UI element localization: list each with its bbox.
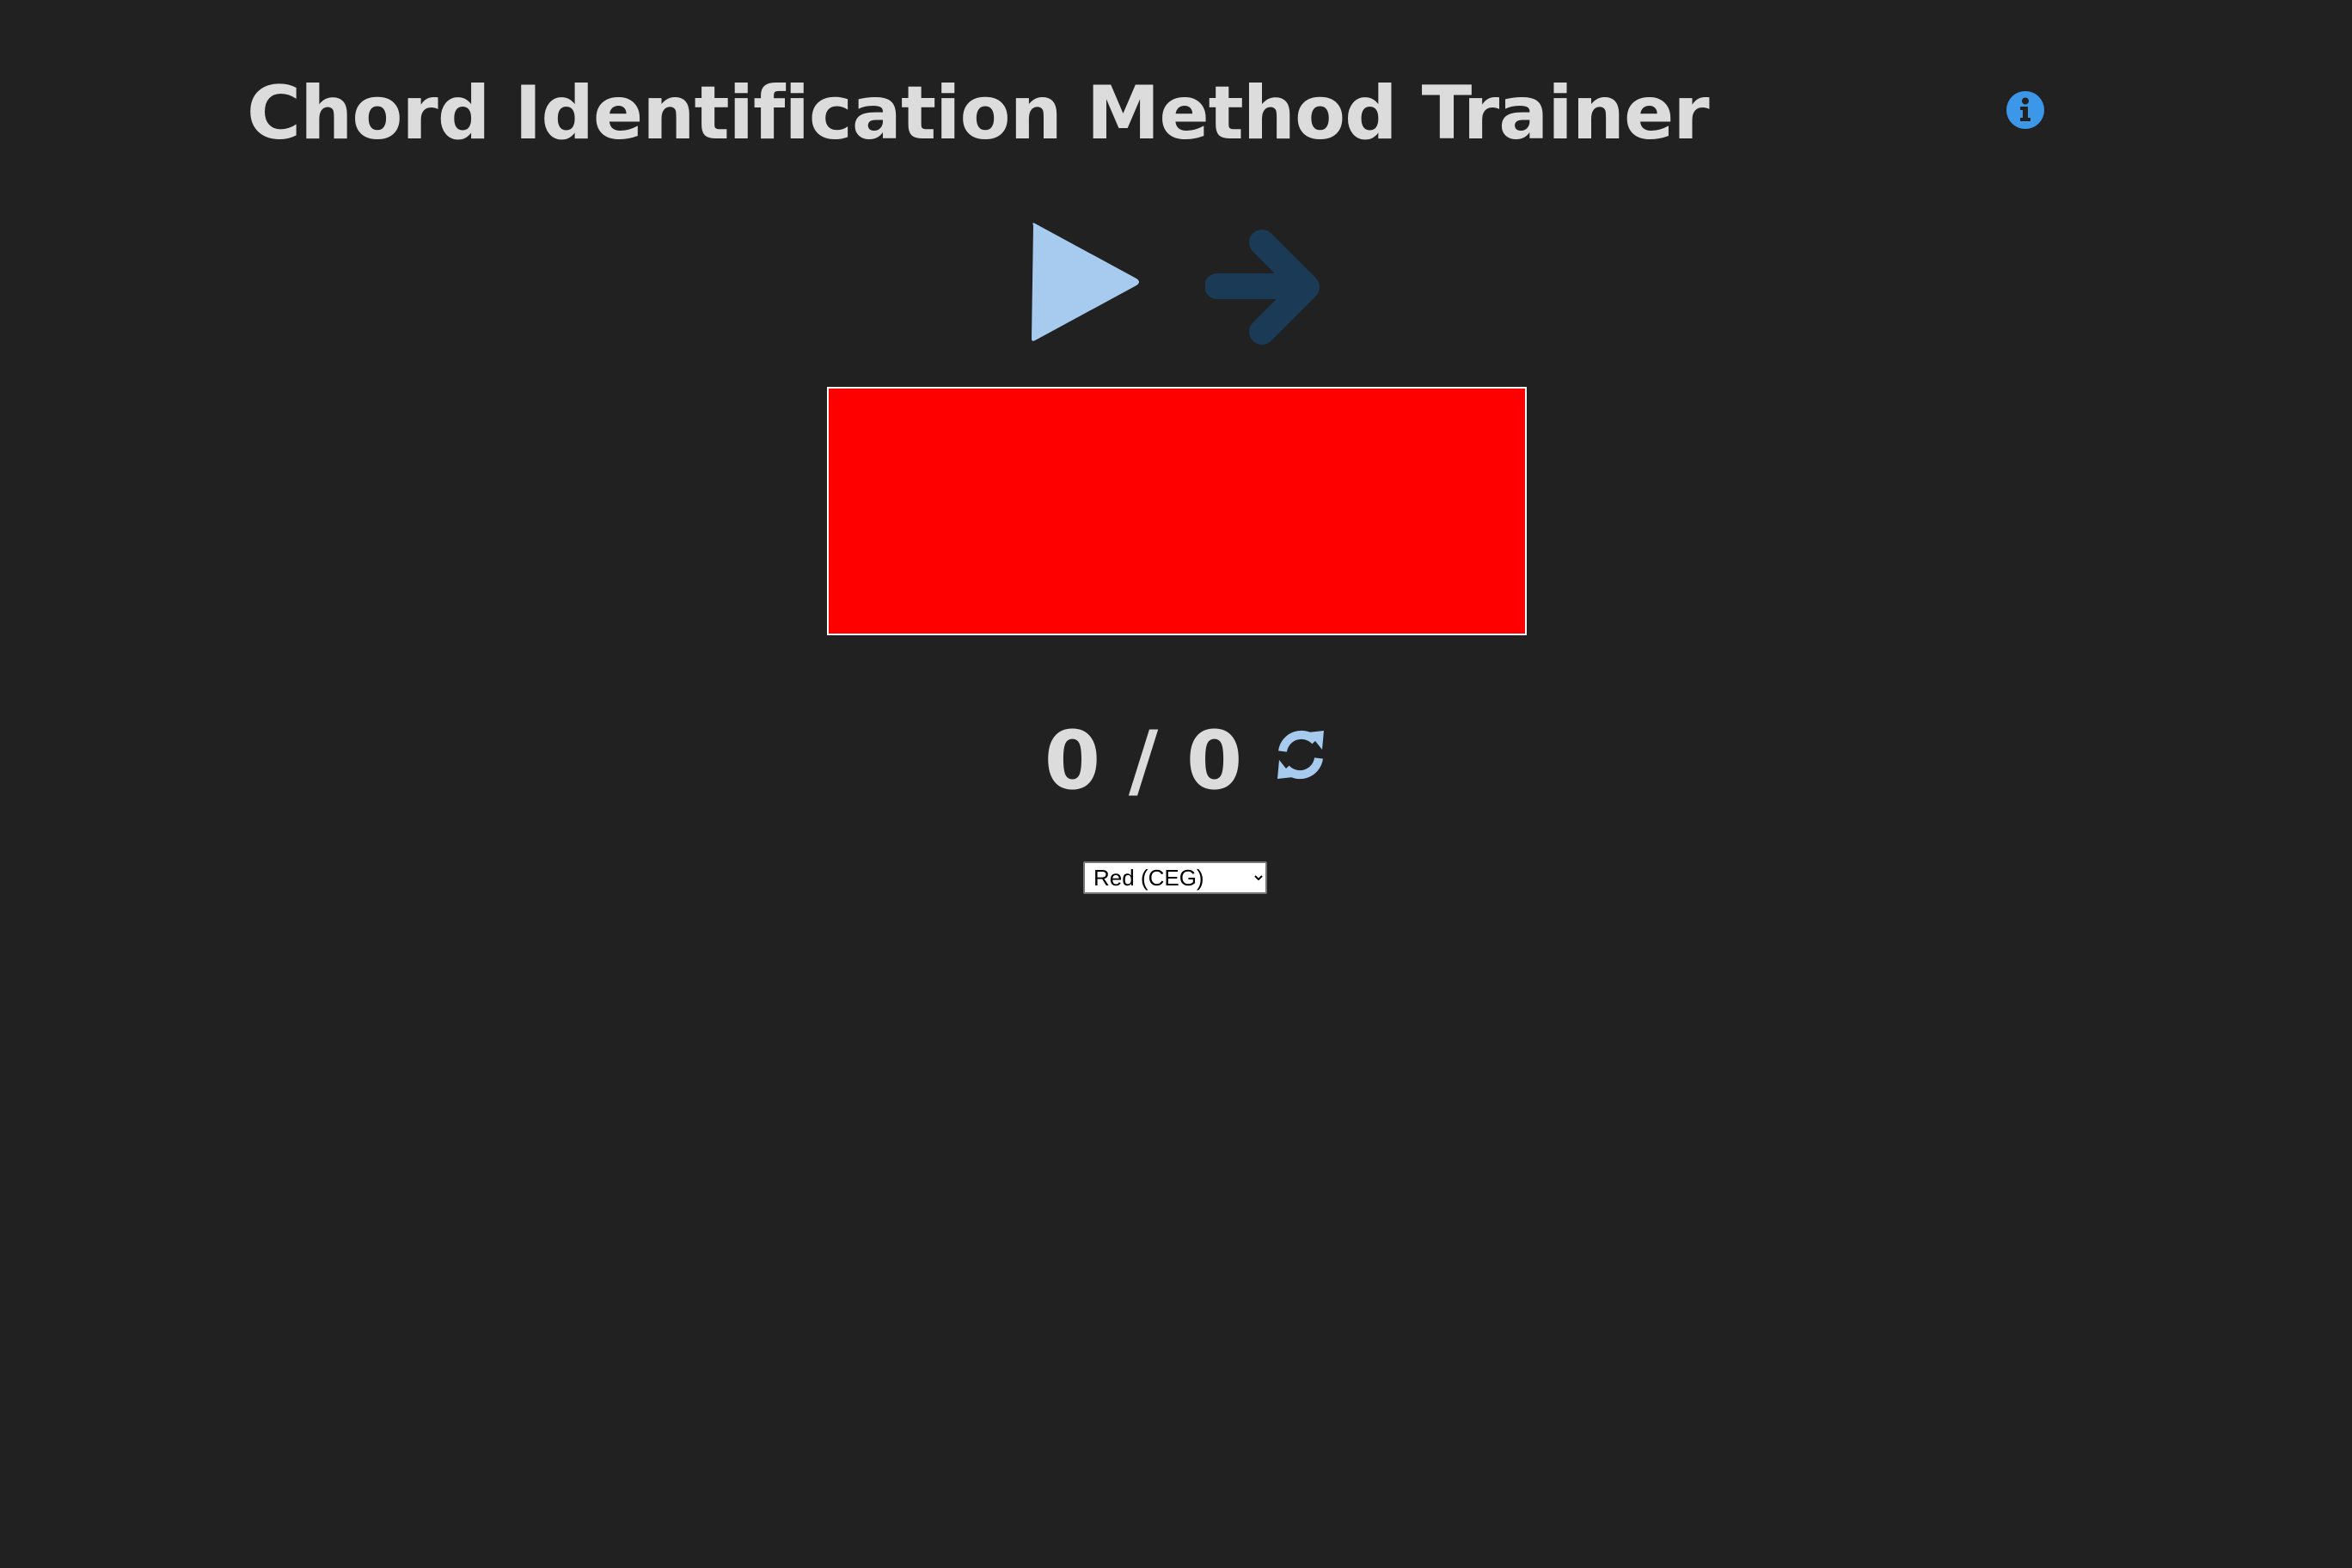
play-icon (1032, 223, 1139, 341)
next-button[interactable] (1204, 224, 1326, 351)
info-icon (2020, 97, 2030, 121)
arrow-right-icon (1204, 230, 1320, 345)
reset-button[interactable] (1274, 727, 1327, 782)
score-counter: 0 / 0 (1044, 714, 1243, 808)
info-button[interactable] (2006, 91, 2044, 129)
color-display (827, 387, 1527, 635)
chord-select[interactable]: Red (CEG) (1083, 861, 1267, 894)
page-title: Chord Identification Method Trainer (247, 70, 1710, 156)
refresh-icon (1277, 730, 1324, 780)
play-button[interactable] (1026, 220, 1143, 346)
